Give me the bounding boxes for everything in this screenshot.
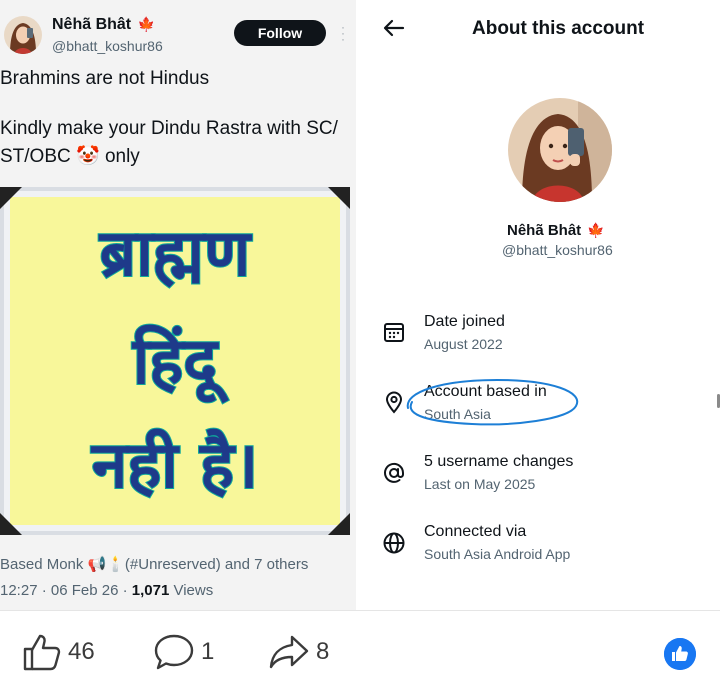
tweet-image[interactable]: ब्राह्मण हिंदू नही है।	[0, 187, 350, 535]
tweet-meta: 12:27 · 06 Feb 26 · 1,071 Views	[0, 582, 213, 599]
back-arrow-icon[interactable]	[382, 16, 406, 40]
tweet-text-line-3: ST/OBC 🤡 only	[0, 146, 140, 167]
like-button[interactable]: 46	[22, 632, 95, 672]
connected-via-value: South Asia Android App	[424, 546, 571, 562]
about-panel: About this account Nêhã Bhât 🍁 @bhatt_ko…	[362, 0, 720, 610]
liked-by-text[interactable]: Based Monk 📢🕯️(#Unreserved) and 7 others	[0, 555, 308, 573]
views-count: 1,071	[131, 582, 170, 599]
calendar-icon	[382, 320, 406, 344]
comment-count: 1	[201, 638, 215, 665]
date-joined-label: Date joined	[424, 313, 505, 330]
share-count: 8	[316, 638, 330, 665]
author-handle[interactable]: @bhatt_koshur86	[52, 38, 163, 54]
username-changes-value: Last on May 2025	[424, 476, 536, 492]
tweet-text-line-2: Kindly make your Dindu Rastra with SC/	[0, 118, 338, 139]
tweet-timestamp: 12:27 · 06 Feb 26 ·	[0, 582, 132, 599]
highlight-circle-annotation	[406, 378, 579, 426]
author-name-text[interactable]: Nêhã Bhât	[52, 16, 131, 33]
thumbs-up-icon	[23, 634, 61, 671]
globe-icon	[382, 531, 406, 555]
maple-leaf-icon: 🍁	[137, 16, 156, 32]
page-title: About this account	[472, 18, 645, 39]
share-arrow-icon	[269, 635, 309, 669]
share-button[interactable]: 8	[268, 632, 329, 672]
image-text-line-3: नही है।	[91, 428, 259, 503]
tweet-panel: Nêhã Bhât 🍁 @bhatt_koshur86 Follow · · · B…	[0, 0, 356, 610]
views-label: Views	[169, 582, 214, 599]
at-sign-icon	[382, 461, 406, 485]
profile-name-text: Nêhã Bhât	[507, 222, 582, 239]
facebook-like-icon[interactable]	[664, 638, 696, 670]
author-avatar[interactable]	[4, 16, 42, 54]
like-count: 46	[68, 638, 95, 665]
more-options-icon[interactable]: · · ·	[340, 21, 346, 45]
image-text-line-1: ब्राह्मण	[99, 217, 253, 291]
username-changes-label: 5 username changes	[424, 453, 574, 470]
date-joined-value: August 2022	[424, 336, 503, 352]
profile-handle: @bhatt_koshur86	[502, 242, 613, 258]
image-text-line-2: हिंदू	[132, 324, 230, 404]
comment-button[interactable]: 1	[153, 632, 214, 672]
profile-avatar[interactable]	[508, 98, 612, 202]
reaction-bar-divider	[0, 610, 720, 611]
tweet-text-line-1: Brahmins are not Hindus	[0, 68, 210, 89]
author-name[interactable]: Nêhã Bhât 🍁	[52, 16, 155, 34]
profile-name: Nêhã Bhât 🍁	[507, 222, 605, 239]
follow-button[interactable]: Follow	[234, 20, 326, 46]
speech-bubble-icon	[154, 634, 194, 670]
connected-via-label: Connected via	[424, 523, 527, 540]
maple-leaf-icon: 🍁	[587, 222, 605, 238]
